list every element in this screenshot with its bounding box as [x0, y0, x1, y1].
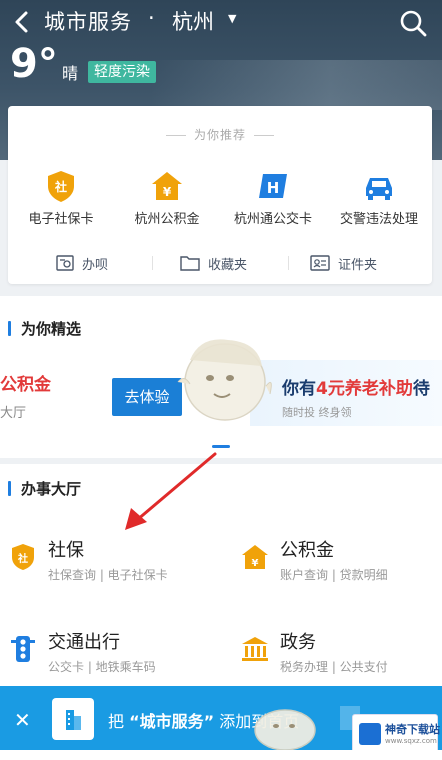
service-label: 杭州通公交卡: [233, 212, 312, 227]
promo-amount: 4元养老补助: [316, 379, 413, 399]
search-icon[interactable]: [398, 8, 428, 38]
tool-label: 收藏夹: [208, 257, 248, 273]
svg-text:社: 社: [54, 179, 67, 194]
app-icon: [52, 698, 94, 740]
mascot-peek-icon: [254, 709, 316, 751]
title-separator: ·: [148, 6, 155, 30]
back-arrow-icon[interactable]: [8, 8, 36, 36]
svg-text:社: 社: [17, 552, 28, 565]
service-traffic-violation[interactable]: 交警违法处理: [326, 168, 432, 227]
tool-label: 办呗: [82, 257, 109, 273]
government-building-icon: [242, 637, 268, 661]
tool-favorites[interactable]: 收藏夹: [180, 252, 247, 274]
banner-app-name: “城市服务”: [129, 712, 215, 731]
traffic-car-icon: [366, 178, 392, 200]
banbei-icon: [56, 255, 74, 271]
weather-condition: 晴: [62, 64, 79, 83]
hall-item-title: 社保: [48, 540, 84, 561]
social-security-icon: 社: [12, 544, 34, 570]
recommend-card: 为你推荐 社 电子社保卡 ¥ 杭州公积金 H 杭州通公交卡 交警违法处理 办呗 …: [8, 106, 432, 284]
hall-title: 办事大厅: [21, 480, 82, 498]
promo-right-title[interactable]: 你有4元养老补助待: [282, 374, 430, 399]
promo-left-title[interactable]: 公积金: [0, 370, 51, 395]
tool-id-wallet[interactable]: 证件夹: [310, 252, 377, 274]
hall-item-title: 公积金: [280, 540, 334, 561]
tool-bar: 办呗 收藏夹 证件夹: [8, 248, 432, 278]
svg-text:H: H: [267, 179, 280, 197]
watermark-logo-icon: [359, 723, 381, 745]
sky-decoration: [150, 60, 442, 110]
featured-title: 为你精选: [21, 320, 82, 338]
close-icon[interactable]: ✕: [14, 708, 31, 732]
air-quality-badge: 轻度污染: [88, 61, 156, 83]
section-accent-bar: [8, 321, 11, 336]
promo-left-sub: 大厅: [0, 406, 27, 421]
recommend-title: 为你推荐: [8, 126, 432, 143]
service-label: 交警违法处理: [339, 212, 418, 227]
featured-header: 为你精选: [8, 318, 81, 339]
service-label: 电子社保卡: [28, 212, 94, 227]
id-card-icon: [310, 255, 330, 271]
traffic-light-icon: [11, 636, 35, 662]
tool-label: 证件夹: [338, 257, 378, 273]
city-selector[interactable]: 杭州: [172, 6, 214, 36]
site-watermark: 神奇下载站 www.sqxz.com: [352, 714, 440, 754]
page-title: 城市服务: [44, 10, 132, 34]
hall-item-title: 政务: [280, 632, 316, 653]
hall-item-sub: 税务办理 | 公共支付: [280, 660, 388, 674]
service-label: 杭州公积金: [134, 212, 200, 227]
svg-text:¥: ¥: [252, 558, 259, 569]
watermark-name: 神奇下载站: [385, 723, 440, 736]
promo-right-sub: 随时投 终身领: [282, 406, 352, 419]
service-bus-card[interactable]: H 杭州通公交卡: [220, 168, 326, 227]
bus-card-h-icon: H: [259, 174, 287, 198]
annotation-arrow-icon: [125, 452, 217, 530]
hall-header: 办事大厅: [8, 478, 81, 499]
city-building-icon: [66, 710, 81, 730]
temperature: 9°: [10, 41, 58, 87]
service-social-security-card[interactable]: 社 电子社保卡: [8, 168, 114, 227]
hall-item-sub: 公交卡 | 地铁乘车码: [48, 660, 156, 674]
tool-banbei[interactable]: 办呗: [56, 252, 108, 274]
watermark-url: www.sqxz.com: [385, 737, 437, 745]
tool-divider: [152, 256, 153, 270]
svg-text:¥: ¥: [163, 185, 172, 199]
chevron-down-icon[interactable]: ▼: [228, 12, 236, 25]
folder-icon: [180, 256, 200, 271]
service-housing-fund[interactable]: ¥ 杭州公积金: [114, 168, 220, 227]
tool-divider: [288, 256, 289, 270]
mascot-sticker-icon: [177, 339, 272, 421]
section-accent-bar: [8, 481, 11, 496]
social-security-shield-icon: 社: [48, 171, 74, 202]
housing-fund-icon: ¥: [242, 545, 268, 569]
housing-fund-house-icon: ¥: [152, 172, 182, 200]
hall-item-title: 交通出行: [48, 632, 120, 653]
hall-item-sub: 账户查询 | 贷款明细: [280, 568, 388, 582]
hall-item-sub: 社保查询 | 电子社保卡: [48, 568, 168, 582]
bottom-list-peek: [0, 750, 442, 760]
carousel-indicator: [212, 445, 230, 448]
